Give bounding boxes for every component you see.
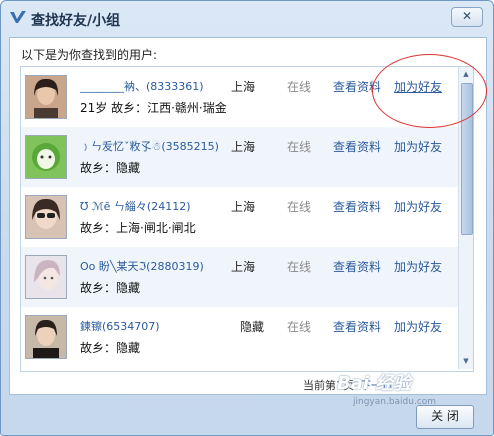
scroll-down-icon[interactable]: ▼ bbox=[460, 355, 472, 368]
list-item: ﹚ㄣ叐忆ˇ敉孓☃(3585215) 故乡：隐藏 上海 在线 查看资料 加为好友 bbox=[21, 127, 473, 187]
avatar[interactable] bbox=[25, 255, 67, 299]
close-icon[interactable]: ✕ bbox=[451, 7, 483, 27]
add-friend-link[interactable]: 加为好友 bbox=[394, 258, 442, 275]
user-status: 在线 bbox=[287, 140, 312, 154]
user-nickname[interactable]: ________衲、(8333361) bbox=[80, 78, 204, 94]
view-profile-link[interactable]: 查看资料 bbox=[333, 198, 381, 215]
user-details: 故乡：隐藏 bbox=[80, 341, 141, 355]
user-status: 在线 bbox=[287, 80, 312, 94]
list-item: Oo 盼╲某天ℑ(2880319) 故乡：隐藏 上海 在线 查看资料 加为好友 bbox=[21, 247, 473, 307]
close-button[interactable]: 关 闭 bbox=[416, 405, 474, 429]
view-profile-link[interactable]: 查看资料 bbox=[333, 258, 381, 275]
add-friend-link[interactable]: 加为好友 bbox=[394, 138, 442, 155]
avatar[interactable] bbox=[25, 75, 67, 119]
user-details: 故乡：隐藏 bbox=[80, 161, 141, 175]
user-nickname[interactable]: ﹚ㄣ叐忆ˇ敉孓☃(3585215) bbox=[80, 138, 219, 154]
user-status: 在线 bbox=[287, 320, 312, 334]
red-annotation-circle bbox=[372, 54, 487, 128]
user-nickname[interactable]: 鍊镲(6534707) bbox=[80, 318, 160, 334]
user-details: 故乡：上海·闸北·闸北 bbox=[80, 221, 196, 235]
view-profile-link[interactable]: 查看资料 bbox=[333, 318, 381, 335]
user-status: 在线 bbox=[287, 260, 312, 274]
user-nickname[interactable]: Oo 盼╲某天ℑ(2880319) bbox=[80, 258, 204, 274]
user-details: 故乡：隐藏 bbox=[80, 281, 141, 295]
add-friend-link[interactable]: 加为好友 bbox=[394, 318, 442, 335]
user-city: 隐藏 bbox=[240, 320, 265, 334]
results-caption: 以下是为你查找到的用户: bbox=[21, 48, 158, 62]
baidu-watermark: Bai 经验 jingyan.baidu.com bbox=[337, 369, 436, 407]
watermark-brand: Bai 经验 bbox=[337, 373, 412, 394]
title-bar: 查找好友/小组 ✕ bbox=[1, 1, 493, 35]
list-item: Ʊ ℳē ㄣ緇々(24112) 故乡：上海·闸北·闸北 上海 在线 查看资料 加… bbox=[21, 187, 473, 247]
window-title: 查找好友/小组 bbox=[31, 13, 121, 29]
list-item: 鍊镲(6534707) 故乡：隐藏 隐藏 在线 查看资料 加为好友 bbox=[21, 307, 473, 367]
user-city: 上海 bbox=[231, 200, 256, 214]
add-friend-link[interactable]: 加为好友 bbox=[394, 198, 442, 215]
avatar[interactable] bbox=[25, 135, 67, 179]
user-details: 21岁 故乡：江西·赣州·瑞金 bbox=[80, 101, 227, 115]
user-status: 在线 bbox=[287, 200, 312, 214]
avatar[interactable] bbox=[25, 195, 67, 239]
user-nickname[interactable]: Ʊ ℳē ㄣ緇々(24112) bbox=[80, 198, 191, 214]
user-city: 上海 bbox=[231, 260, 256, 274]
user-city: 上海 bbox=[231, 140, 256, 154]
user-city: 上海 bbox=[231, 80, 256, 94]
app-logo-icon bbox=[10, 11, 26, 23]
view-profile-link[interactable]: 查看资料 bbox=[333, 138, 381, 155]
avatar[interactable] bbox=[25, 315, 67, 359]
